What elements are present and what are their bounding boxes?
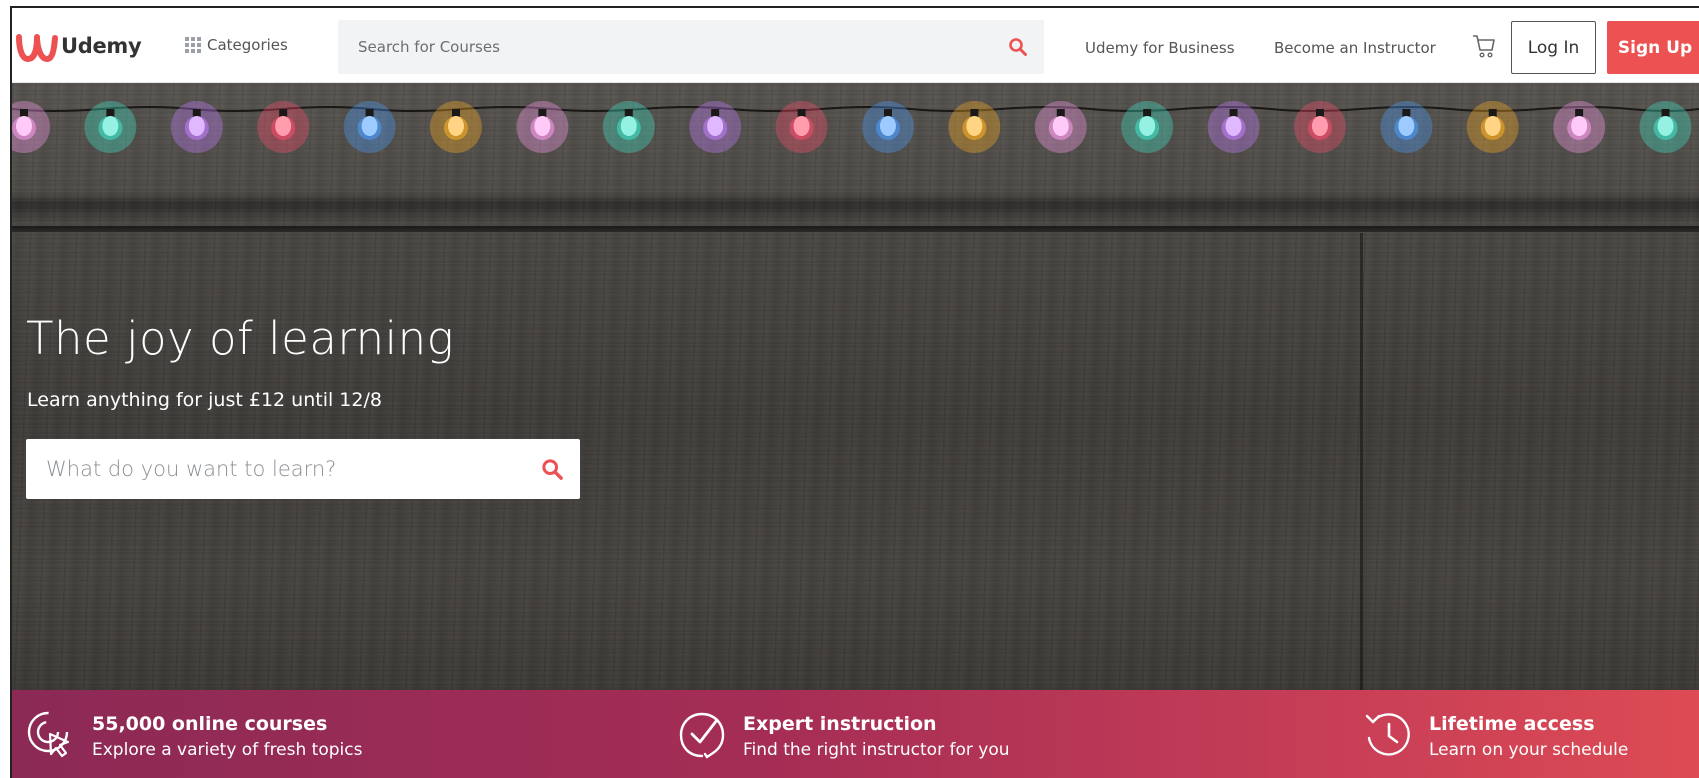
browser-viewport: Udemy Categories Udemy for Business Beco… (10, 6, 1699, 778)
light-bulb-color (875, 116, 900, 140)
light-bulb-color (962, 116, 987, 140)
hero-subtitle: Learn anything for just £12 until 12/8 (27, 389, 382, 411)
light-bulb-cap (106, 109, 115, 117)
feature-item: 55,000 online courses Explore a variety … (26, 711, 363, 762)
hero-title: The joy of learning (26, 312, 455, 365)
search-icon[interactable] (1008, 37, 1028, 57)
hero-search (26, 439, 580, 499)
feature-title: 55,000 online courses (92, 713, 328, 735)
header-search (338, 20, 1044, 74)
search-icon[interactable] (541, 458, 564, 481)
light-bulb-color (357, 116, 382, 140)
shopping-cart-icon[interactable] (1470, 32, 1498, 60)
light-bulb-color (443, 116, 468, 140)
light-bulb-color (184, 116, 209, 140)
light-bulb-cap (451, 109, 460, 117)
light-bulb-cap (624, 109, 633, 117)
signup-button[interactable]: Sign Up (1607, 21, 1699, 74)
light-bulb-cap (1575, 109, 1584, 117)
feature-item: Expert instruction Find the right instru… (677, 712, 1010, 762)
light-bulb-cap (538, 109, 547, 117)
plank-gap (12, 226, 1699, 232)
categories-menu[interactable]: Categories (185, 36, 288, 54)
light-bulb-cap (711, 109, 720, 117)
light-bulb-cap (970, 109, 979, 117)
feature-band: 55,000 online courses Explore a variety … (12, 690, 1699, 778)
plank-seam (1360, 233, 1363, 690)
cursor-click-icon (27, 711, 70, 758)
udemy-logo[interactable]: Udemy (16, 26, 142, 66)
light-bulb-cap (1315, 109, 1324, 117)
feature-description: Find the right instructor for you (743, 740, 1010, 760)
top-navbar: Udemy Categories Udemy for Business Beco… (12, 8, 1699, 83)
light-bulb-color (789, 116, 814, 140)
hero-search-input[interactable] (26, 439, 506, 499)
light-bulb-cap (883, 109, 892, 117)
feature-item: Lifetime access Learn on your schedule (1363, 712, 1628, 762)
feature-title: Lifetime access (1429, 713, 1595, 735)
feature-title: Expert instruction (743, 713, 937, 735)
categories-label: Categories (207, 36, 288, 54)
light-bulb-cap (1143, 109, 1152, 117)
light-bulb-color (530, 116, 555, 140)
header-search-input[interactable] (338, 20, 978, 74)
light-bulb-cap (19, 109, 28, 117)
feature-description: Learn on your schedule (1429, 740, 1629, 760)
light-bulb-color (1480, 116, 1505, 140)
light-bulb-color (1653, 116, 1678, 140)
udemy-logo-icon (16, 34, 58, 63)
light-bulb-color (1135, 116, 1160, 140)
light-bulb-color (271, 116, 296, 140)
light-bulb-color (1567, 116, 1592, 140)
light-bulb-color (1307, 116, 1332, 140)
light-bulb-cap (797, 109, 806, 117)
light-bulb-color (1394, 116, 1419, 140)
feature-description: Explore a variety of fresh topics (92, 740, 363, 760)
hero-banner: The joy of learning Learn anything for j… (12, 83, 1699, 690)
light-bulb-cap (365, 109, 374, 117)
light-bulb-cap (1661, 109, 1670, 117)
light-bulb-color (12, 116, 36, 140)
check-badge-icon (679, 712, 725, 759)
grid-icon (185, 37, 201, 53)
udemy-for-business-link[interactable]: Udemy for Business (1085, 39, 1235, 57)
light-bulb-color (1048, 116, 1073, 140)
light-bulb-cap (1488, 109, 1497, 117)
become-instructor-link[interactable]: Become an Instructor (1274, 39, 1436, 57)
light-bulb-color (98, 116, 123, 140)
light-bulb-color (1221, 116, 1246, 140)
light-bulb-cap (192, 109, 201, 117)
light-bulb-cap (1402, 109, 1411, 117)
light-bulb-color (703, 116, 728, 140)
light-bulb-color (616, 116, 641, 140)
light-bulb-cap (1229, 109, 1238, 117)
light-bulb-cap (1056, 109, 1065, 117)
login-button[interactable]: Log In (1511, 21, 1596, 74)
clock-history-icon (1365, 713, 1410, 756)
light-bulb-cap (279, 109, 288, 117)
logo-wordmark: Udemy (61, 34, 142, 58)
string-lights-decoration (12, 101, 1699, 153)
